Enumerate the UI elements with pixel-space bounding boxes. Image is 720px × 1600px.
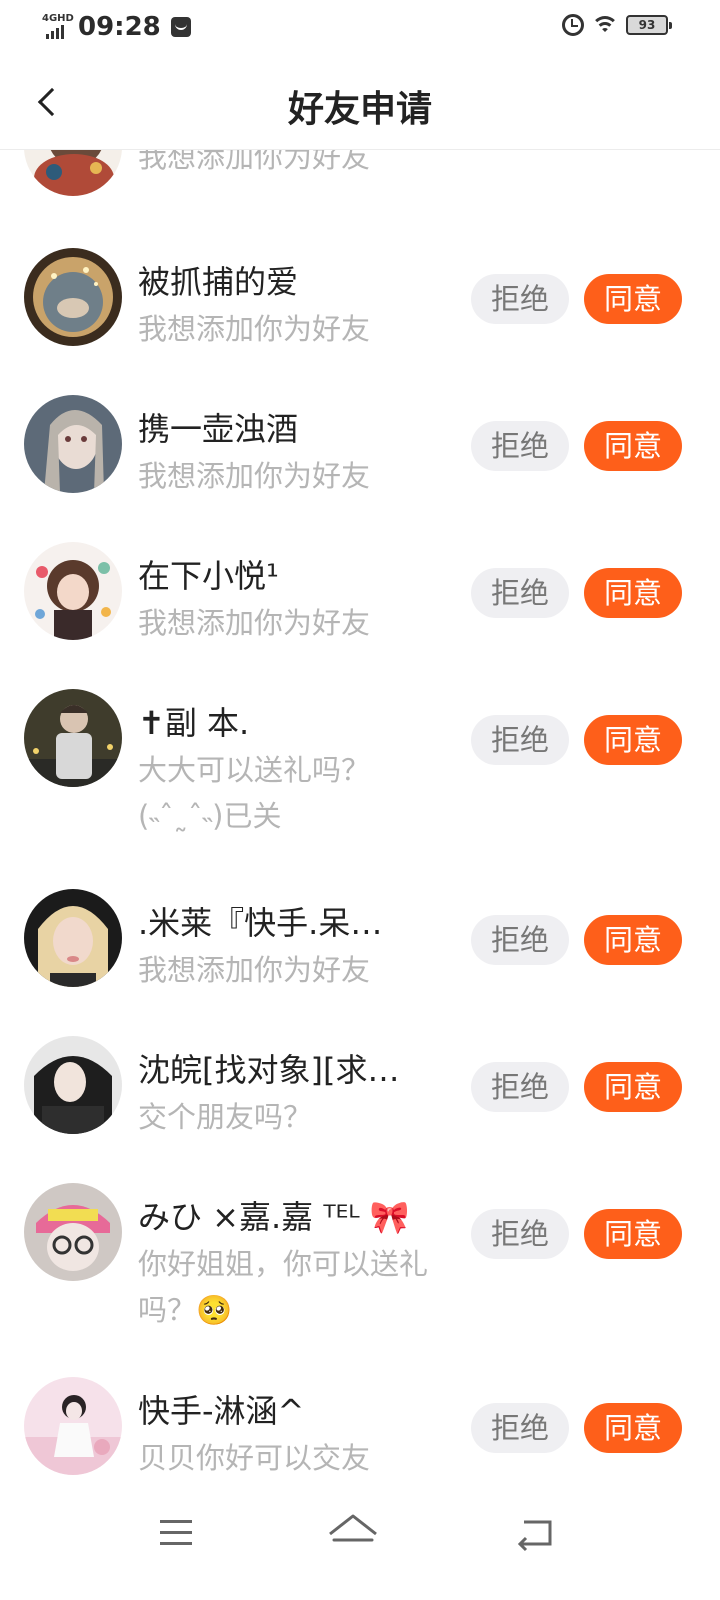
reject-button[interactable]: 拒绝 (471, 568, 569, 618)
avatar[interactable] (24, 248, 122, 346)
signal-icon: 4GHD (40, 13, 76, 41)
avatar[interactable] (24, 1036, 122, 1134)
status-bar: 4GHD 09:28 93 (0, 0, 720, 56)
system-navigation-bar (0, 1490, 720, 1600)
avatar[interactable] (24, 1183, 122, 1281)
request-message: 贝贝你好可以交友 (138, 1441, 371, 1475)
request-message: 我想添加你为好友 (138, 459, 371, 493)
clock: 09:28 (78, 12, 161, 42)
back-nav-icon[interactable] (514, 1512, 560, 1556)
accept-button[interactable]: 同意 (584, 715, 682, 765)
request-message: 我想添加你为好友 (138, 953, 371, 987)
avatar[interactable] (24, 689, 122, 787)
request-message: 我想添加你为好友 (138, 606, 371, 640)
request-name: 被抓捕的爱 (138, 263, 299, 301)
reject-button[interactable]: 拒绝 (471, 421, 569, 471)
menu-icon[interactable] (156, 1514, 202, 1554)
avatar[interactable] (24, 150, 122, 196)
reject-button[interactable]: 拒绝 (471, 915, 569, 965)
page-title: 好友申请 (287, 89, 432, 130)
accept-button[interactable]: 同意 (584, 274, 682, 324)
request-message: 大大可以送礼吗？(˵ˆ˷ˆ˵)已关 (138, 753, 371, 833)
battery-icon: 93 (626, 15, 672, 35)
request-name: 快手-淋涵^ (138, 1392, 305, 1430)
request-message: 你好姐姐，你可以送礼吗？🥺 (138, 1247, 429, 1327)
friend-request-list[interactable]: 我想添加你为好友 拒绝 同意 被抓捕的爱 我想添加你为好友 拒绝 同意 携一壶浊… (0, 150, 720, 1490)
status-right: 93 (562, 14, 672, 36)
accept-button[interactable]: 同意 (584, 1062, 682, 1112)
request-name: ✝副 本. (138, 704, 250, 742)
header: 好友申请 (0, 58, 720, 150)
message-notification-icon (170, 17, 191, 37)
accept-button[interactable]: 同意 (584, 568, 682, 618)
avatar[interactable] (24, 542, 122, 640)
avatar[interactable] (24, 889, 122, 987)
accept-button[interactable]: 同意 (584, 421, 682, 471)
request-name: .米莱『快手.呆… (138, 904, 383, 942)
home-icon[interactable] (326, 1510, 380, 1554)
reject-button[interactable]: 拒绝 (471, 274, 569, 324)
reject-button[interactable]: 拒绝 (471, 715, 569, 765)
avatar[interactable] (24, 1377, 122, 1475)
request-message: 交个朋友吗？ (138, 1100, 313, 1134)
accept-button[interactable]: 同意 (584, 1403, 682, 1453)
request-name: みひ ×嘉.嘉 ᵀᴱᴸ 🎀 (138, 1198, 410, 1236)
request-name: 沈皖[找对象][求… (138, 1051, 400, 1089)
accept-button[interactable]: 同意 (584, 915, 682, 965)
request-message: 我想添加你为好友 (138, 312, 371, 346)
request-name: 在下小悦¹ (138, 557, 279, 595)
avatar[interactable] (24, 395, 122, 493)
wifi-icon (592, 14, 618, 36)
status-left: 4GHD 09:28 (40, 12, 191, 42)
accept-button[interactable]: 同意 (584, 1209, 682, 1259)
network-type: 4GHD (42, 13, 74, 24)
reject-button[interactable]: 拒绝 (471, 1403, 569, 1453)
reject-button[interactable]: 拒绝 (471, 1209, 569, 1259)
request-message: 我想添加你为好友 (138, 150, 371, 174)
request-name: 携一壶浊酒 (138, 410, 299, 448)
alarm-icon (562, 14, 584, 36)
reject-button[interactable]: 拒绝 (471, 1062, 569, 1112)
